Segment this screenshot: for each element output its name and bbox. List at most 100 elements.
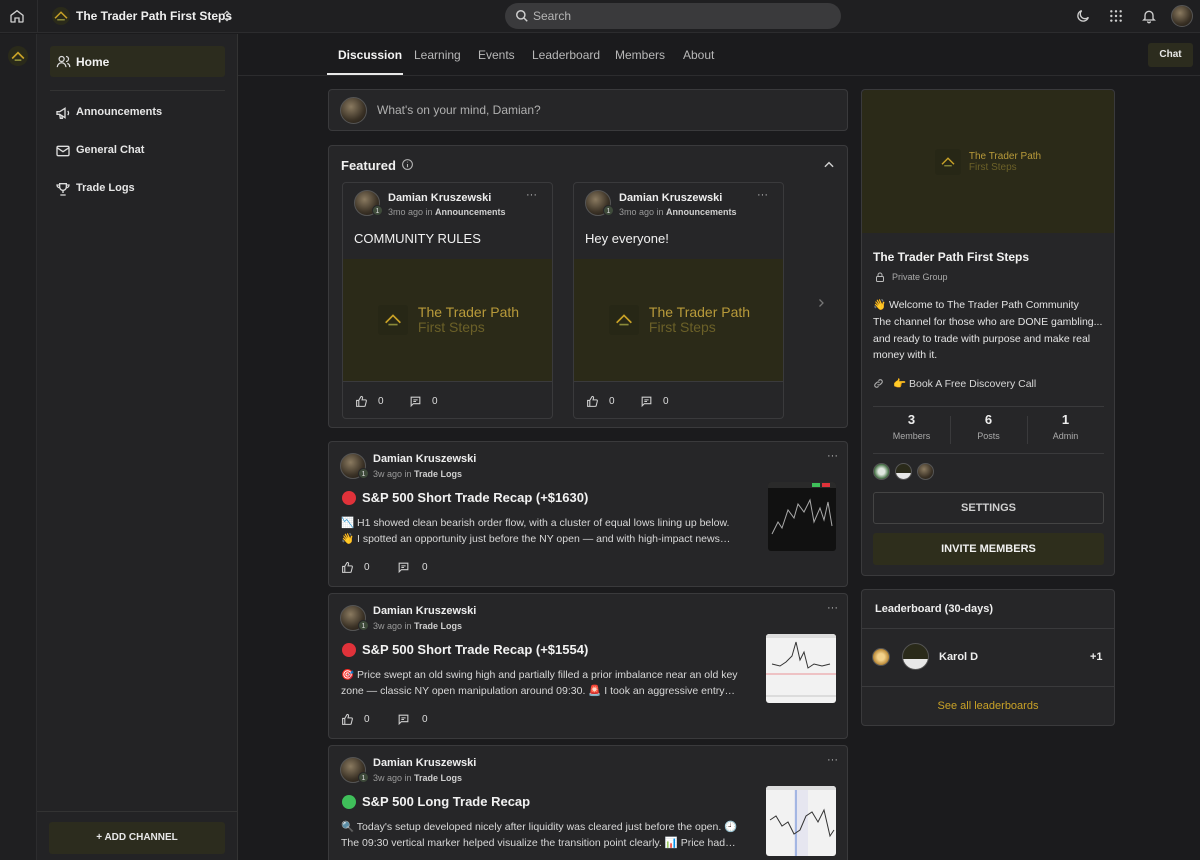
post-channel[interactable]: Trade Logs [414,773,462,783]
post-channel[interactable]: Announcements [435,207,506,217]
sidebar-item-home[interactable]: Home [50,46,225,77]
tab-events[interactable]: Events [478,48,515,62]
tab-members[interactable]: Members [615,48,665,62]
chevron-up-down-icon[interactable] [220,8,234,24]
see-all-leaderboards-link[interactable]: See all leaderboards [862,700,1114,712]
sidebar-item-trade-logs[interactable]: Trade Logs [50,176,225,202]
apps-grid-icon[interactable] [1108,8,1124,24]
like-count: 0 [364,562,370,573]
comment-count: 0 [422,562,428,573]
discovery-call-link[interactable]: 👉 Book A Free Discovery Call [893,377,1036,390]
stat-members[interactable]: 3 Members [873,412,950,447]
author-name[interactable]: Damian Kruszewski [388,192,491,204]
post-time: 3w ago in [373,469,412,479]
post-title[interactable]: S&P 500 Long Trade Recap [362,794,530,809]
tab-discussion[interactable]: Discussion [338,48,402,62]
member-avatar [902,643,929,670]
thumbs-up-icon[interactable] [586,395,599,408]
trophy-icon [55,181,71,197]
post-thumbnail[interactable] [766,786,836,856]
chevron-right-icon[interactable] [815,296,827,310]
thumbs-up-icon[interactable] [355,395,368,408]
group-logo-icon [52,7,70,25]
logo-line-1: The Trader Path [968,150,1042,162]
stat-admins[interactable]: 1 Admin [1027,412,1104,447]
comment-icon[interactable] [640,395,653,408]
post-title[interactable]: S&P 500 Short Trade Recap (+$1630) [362,490,588,505]
chevron-up-icon[interactable] [822,158,836,172]
author-name[interactable]: Damian Kruszewski [373,605,476,617]
more-options-icon[interactable]: ··· [526,189,537,201]
post-card[interactable]: 1 Damian Kruszewski 3w ago in Trade Logs… [328,745,848,860]
sidebar-item-announcements[interactable]: Announcements [50,100,225,126]
thumbs-up-icon[interactable] [341,713,354,726]
info-icon[interactable] [401,158,414,171]
leaderboard-score: +1 [1090,651,1103,663]
featured-card-image[interactable]: The Trader Path First Steps [343,259,552,381]
featured-card-image[interactable]: The Trader Path First Steps [574,259,783,381]
comment-icon[interactable] [397,713,410,726]
more-options-icon[interactable]: ··· [757,189,768,201]
member-avatar[interactable] [917,463,934,480]
post-excerpt-line: 👋 I spotted an opportunity just before t… [341,533,731,545]
featured-card-title[interactable]: COMMUNITY RULES [354,231,481,246]
group-name[interactable]: The Trader Path First Steps [76,9,232,23]
like-count: 0 [609,396,615,407]
post-card[interactable]: 1 Damian Kruszewski 3w ago in Trade Logs… [328,593,848,739]
post-title[interactable]: S&P 500 Short Trade Recap (+$1554) [362,642,588,657]
settings-button[interactable]: SETTINGS [873,492,1104,524]
community-logo-icon[interactable] [8,46,28,66]
chat-button[interactable]: Chat [1148,43,1193,67]
leaderboard-row[interactable]: Karol D +1 [862,629,1114,686]
author-name[interactable]: Damian Kruszewski [373,453,476,465]
sidebar-item-label: Announcements [76,106,163,118]
bell-icon[interactable] [1141,8,1157,24]
group-about-card: The Trader Path First Steps The Trader P… [861,89,1115,576]
tab-about[interactable]: About [683,48,714,62]
home-icon[interactable] [9,8,25,24]
stat-posts[interactable]: 6 Posts [950,412,1027,447]
featured-card-title[interactable]: Hey everyone! [585,231,669,246]
post-time: 3w ago in [373,621,412,631]
community-rail [0,34,37,860]
post-channel[interactable]: Trade Logs [414,469,462,479]
author-name[interactable]: Damian Kruszewski [373,757,476,769]
post-card[interactable]: 1 Damian Kruszewski 3w ago in Trade Logs… [328,441,848,587]
tab-learning[interactable]: Learning [414,48,461,62]
member-avatar[interactable] [895,463,912,480]
more-options-icon[interactable]: ··· [827,602,838,614]
post-composer[interactable]: What's on your mind, Damian? [328,89,848,131]
post-meta: 3w ago in Trade Logs [373,773,462,783]
post-excerpt-line: The 09:30 vertical marker helped visuali… [341,837,736,849]
search-bar[interactable]: Search [505,3,841,29]
sidebar-item-general-chat[interactable]: General Chat [50,138,225,164]
featured-card[interactable]: 1 Damian Kruszewski 3mo ago in Announcem… [573,182,784,419]
search-input[interactable]: Search [533,9,571,23]
leaderboard-name[interactable]: Karol D [939,651,978,663]
divider [238,75,1200,76]
thumbs-up-icon[interactable] [341,561,354,574]
post-channel[interactable]: Trade Logs [414,621,462,631]
post-thumbnail[interactable] [768,482,836,551]
featured-card[interactable]: 1 Damian Kruszewski 3mo ago in Announcem… [342,182,553,419]
level-badge: 1 [358,772,369,783]
logo-line-2: First Steps [648,319,716,335]
logo-line-1: The Trader Path [648,304,751,320]
composer-input[interactable]: What's on your mind, Damian? [377,103,541,117]
megaphone-icon [55,105,71,121]
moon-icon[interactable] [1075,8,1091,24]
status-dot [342,491,356,505]
invite-members-button[interactable]: INVITE MEMBERS [873,533,1104,565]
welcome-text: 👋 Welcome to The Trader Path Community [873,299,1079,311]
more-options-icon[interactable]: ··· [827,754,838,766]
user-avatar[interactable] [1171,5,1193,27]
member-avatar[interactable] [873,463,890,480]
add-channel-button[interactable]: + ADD CHANNEL [49,822,225,854]
tab-leaderboard[interactable]: Leaderboard [532,48,600,62]
post-thumbnail[interactable] [766,634,836,703]
more-options-icon[interactable]: ··· [827,450,838,462]
post-channel[interactable]: Announcements [666,207,737,217]
comment-icon[interactable] [409,395,422,408]
author-name[interactable]: Damian Kruszewski [619,192,722,204]
comment-icon[interactable] [397,561,410,574]
